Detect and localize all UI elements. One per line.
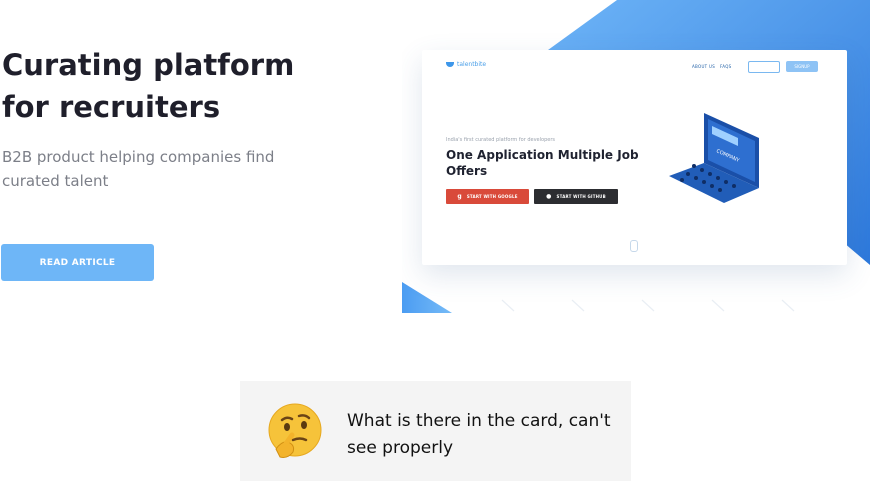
mock-signup-button: SIGNUP (786, 61, 818, 72)
landing-page-mockup: talentbite ABOUT US FAQS LOGIN ▾ SIGNUP … (422, 50, 847, 265)
mock-login-button: LOGIN ▾ (748, 61, 780, 73)
mock-logo: talentbite (446, 61, 486, 68)
mock-headline: One Application Multiple Job Offers (446, 148, 639, 178)
hero-subtitle: B2B product helping companies find curat… (2, 148, 275, 190)
mock-nav-about: ABOUT US (692, 64, 716, 69)
mock-github-button: ● START WITH GITHUB (534, 189, 618, 204)
hero-title: Curating platform for recruiters (2, 48, 295, 124)
note-text: What is there in the card, can't see pro… (347, 411, 611, 458)
comment-note: What is there in the card, can't see pro… (240, 381, 631, 481)
logo-mark-icon (446, 62, 454, 67)
google-icon: g (457, 193, 462, 200)
scroll-mouse-icon (630, 240, 638, 252)
isometric-office-illustration: COMPANY (669, 113, 759, 203)
mock-logo-text: talentbite (457, 61, 487, 68)
mock-github-label: START WITH GITHUB (556, 194, 606, 199)
read-article-button[interactable]: READ ARTICLE (1, 244, 154, 281)
project-preview-image: talentbite ABOUT US FAQS LOGIN ▾ SIGNUP … (402, 0, 870, 330)
mock-google-label: START WITH GOOGLE (466, 194, 518, 199)
thinking-face-icon (268, 403, 322, 458)
mock-google-button: g START WITH GOOGLE (446, 189, 529, 204)
mock-tagline: India's first curated platform for devel… (446, 137, 555, 143)
github-icon: ● (546, 193, 552, 200)
mock-nav-faqs: FAQS (720, 64, 732, 69)
